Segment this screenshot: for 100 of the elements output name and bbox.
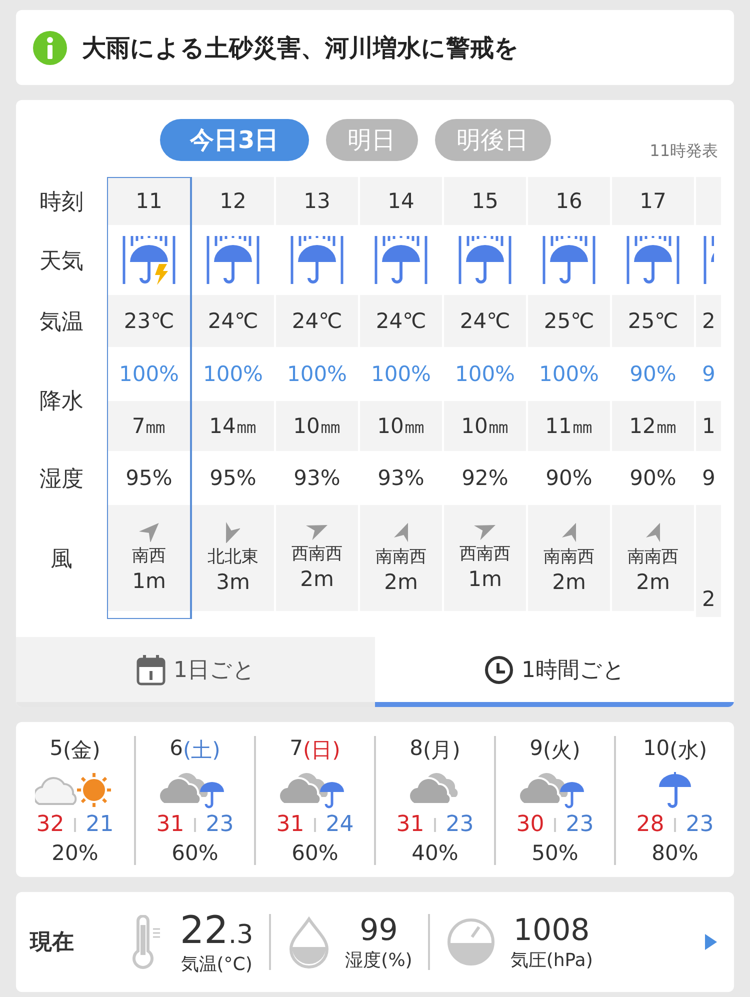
precipitation-chance-cell-text: 9 [701, 361, 716, 388]
high-temperature: 28 [636, 812, 664, 837]
reading-value: 1008 [513, 912, 590, 948]
high-temperature: 30 [516, 812, 544, 837]
wind-speed: 2m [300, 567, 334, 592]
precipitation-chance-cell-text: 100% [286, 361, 348, 388]
humidity-cell-text: 90% [544, 465, 594, 492]
reading-label: 湿度(%) [345, 948, 412, 972]
wind-direction: 西南西 [460, 543, 510, 566]
precipitation-chance-cell-text: 100% [454, 361, 516, 388]
alert-text: 大雨による土砂災害、河川増水に警戒を [82, 32, 519, 64]
issued-time: 11時発表 [650, 141, 718, 162]
reading-label: 気圧(hPa) [510, 948, 593, 972]
date: 9 [530, 736, 543, 762]
date: 5 [50, 736, 63, 762]
hour-column[interactable]: 15 24℃ 100% 10㎜ 92% 西南西 1m [443, 177, 527, 619]
precipitation-amount-cell: 14㎜ [192, 401, 274, 451]
precipitation-amount-cell: 12㎜ [612, 401, 694, 451]
clock-icon [484, 654, 514, 684]
precipitation-chance-cell-text: 90% [628, 361, 678, 388]
wind-speed: 2m [384, 570, 418, 594]
hour-column[interactable]: 16 25℃ 100% 11㎜ 90% 南南西 2m [527, 177, 611, 619]
date: 7 [290, 736, 303, 762]
precipitation-chance-cell-text: 100% [202, 361, 264, 388]
precipitation-chance: 60% [172, 841, 218, 865]
wind-direction: 南南西 [376, 546, 426, 568]
wind-direction: 南南西 [544, 546, 594, 568]
temperature-cell: 2 [696, 295, 721, 347]
date: 8 [410, 736, 423, 762]
hour-column[interactable]: 12 24℃ 100% 14㎜ 95% 北北東 3m [191, 177, 275, 619]
current-label: 現在 [30, 929, 75, 957]
temperature-cell: 24℃ [360, 295, 442, 347]
temperature-cell: 25℃ [528, 295, 610, 347]
weekday: (火) [542, 737, 580, 764]
precipitation-chance-cell-text: 100% [370, 361, 432, 388]
wind-arrow-icon [306, 524, 328, 540]
humidity-cell-text: 9 [701, 465, 716, 492]
precipitation-amount-cell: 10㎜ [444, 401, 526, 451]
time-cell: 14 [360, 177, 442, 225]
reading-label: 気温(°C) [180, 953, 252, 976]
low-temperature: 23 [566, 812, 594, 837]
temperature-cell: 23℃ [108, 295, 190, 347]
precipitation-amount-cell: 1 [696, 401, 721, 451]
high-temperature: 32 [36, 812, 64, 837]
wind-arrow-icon [226, 522, 240, 544]
time-cell: 12 [192, 177, 274, 225]
humidity-cell-text: 90% [628, 465, 678, 492]
temperature-cell: 24℃ [444, 295, 526, 347]
row-label: 天気 [40, 248, 84, 276]
triangle-arrow-icon[interactable] [704, 933, 718, 951]
row-label: 風 [50, 546, 72, 574]
temperature-cell: 25℃ [612, 295, 694, 347]
water-drop-icon [287, 915, 332, 969]
precipitation-chance: 20% [52, 841, 98, 865]
wind-arrow-icon [394, 522, 408, 544]
precipitation-chance: 60% [292, 841, 338, 865]
precipitation-chance: 40% [412, 841, 458, 865]
reading-value: 22.3 [180, 908, 254, 952]
time-cell: 13 [276, 177, 358, 225]
weekday: (金) [62, 737, 100, 764]
high-temperature: 31 [156, 812, 184, 837]
time-cell: 17 [612, 177, 694, 225]
view-tab[interactable]: 1日ごと [16, 637, 375, 707]
temperature-cell: 24℃ [192, 295, 274, 347]
wind-arrow-icon [562, 522, 576, 544]
row-label: 時刻 [40, 189, 84, 217]
hour-column[interactable]: 14 24℃ 100% 10㎜ 93% 南南西 2m [359, 177, 443, 619]
low-temperature: 24 [326, 812, 354, 837]
weekday: (水) [670, 737, 708, 764]
humidity-cell-text: 95% [208, 465, 258, 492]
high-temperature: 31 [396, 812, 424, 837]
date: 10 [642, 736, 670, 762]
hour-column[interactable]: 13 24℃ 100% 10㎜ 93% 西南西 2m [275, 177, 359, 619]
low-temperature: 23 [446, 812, 474, 837]
hour-column[interactable]: 2 9 1 9 2 [695, 177, 722, 619]
wind-arrow-icon [139, 522, 159, 542]
row-label: 降水 [40, 388, 84, 416]
low-temperature: 21 [86, 812, 114, 837]
weekday: (月) [422, 737, 460, 764]
humidity-cell-text: 93% [376, 465, 426, 492]
gauge-icon [446, 917, 496, 967]
info-icon [32, 30, 68, 66]
wind-speed: 2 [702, 587, 716, 611]
precipitation-amount-cell: 10㎜ [360, 401, 442, 451]
wind-direction: 北北東 [208, 546, 258, 568]
hour-column[interactable]: 11 23℃ 100% 7㎜ 95% 南西 1m [107, 177, 191, 619]
humidity-cell-text: 92% [460, 465, 510, 492]
hour-column[interactable]: 17 25℃ 90% 12㎜ 90% 南南西 2m [611, 177, 695, 619]
weekday: (土) [182, 737, 220, 764]
precipitation-chance: 50% [532, 841, 578, 865]
date: 6 [170, 736, 183, 762]
reading-value: 99 [360, 912, 398, 948]
wind-direction: 南南西 [628, 546, 678, 568]
wind-speed: 1m [468, 567, 502, 592]
alert-banner[interactable]: 大雨による土砂災害、河川増水に警戒を [16, 10, 734, 85]
temperature-cell: 24℃ [276, 295, 358, 347]
wind-speed: 1m [132, 569, 166, 594]
weekday: (日) [302, 737, 340, 764]
precipitation-chance-cell-text: 100% [118, 361, 180, 388]
precipitation-chance-cell-text: 100% [538, 361, 600, 388]
